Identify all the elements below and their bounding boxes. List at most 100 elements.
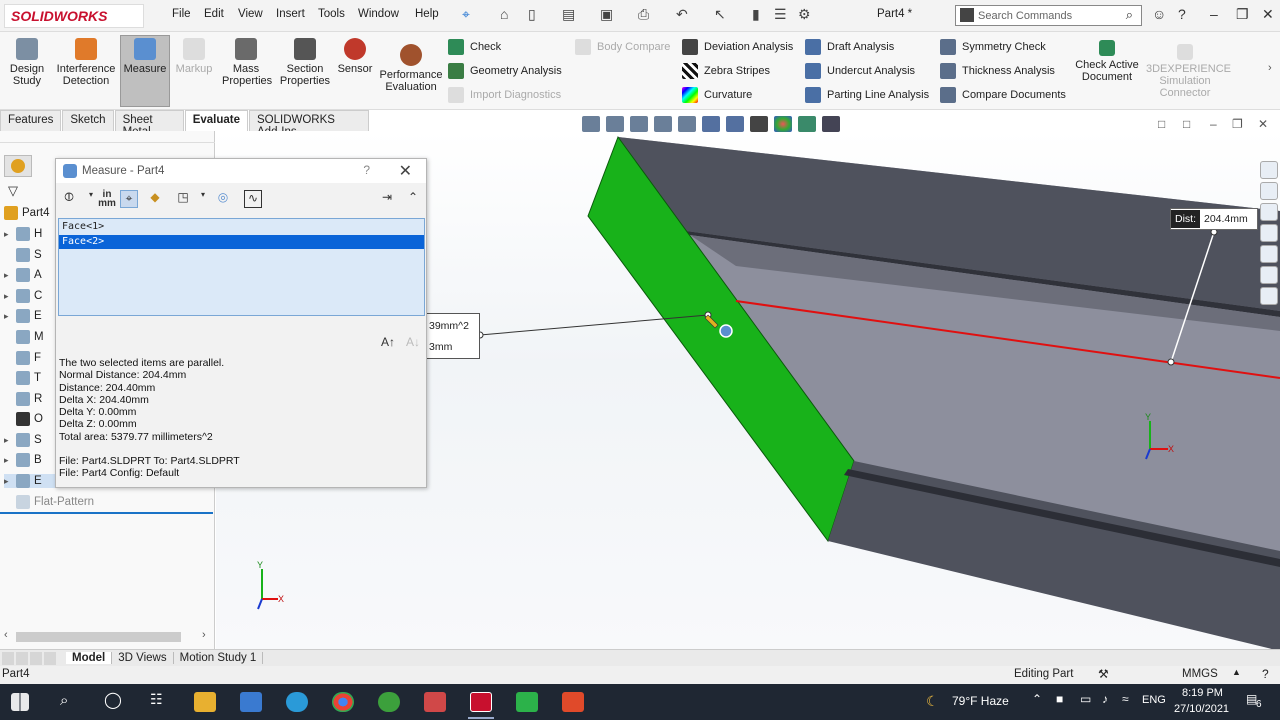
point-to-point-icon[interactable]: ◆ (146, 190, 164, 208)
expand-icon[interactable]: ▸ (4, 229, 16, 240)
tree-item[interactable]: ▸ H (4, 227, 42, 241)
ribbon-scroll-right-icon[interactable]: › (1268, 62, 1272, 74)
tree-item-flat-pattern[interactable]: Flat-Pattern (4, 495, 94, 509)
design-study-button[interactable]: Design Study (4, 36, 50, 87)
tree-item[interactable]: T (4, 371, 41, 385)
check-active-document-button[interactable]: Check Active Document (1074, 38, 1140, 83)
scroll-right-icon[interactable]: › (202, 629, 206, 641)
forum-icon[interactable] (1260, 287, 1278, 305)
traffic-light-icon[interactable]: ▮ (752, 6, 760, 23)
tile-right-icon[interactable]: □ (1183, 117, 1190, 131)
search-scope-icon[interactable] (960, 8, 974, 22)
pin-icon[interactable]: ⌖ (462, 6, 470, 23)
zoom-to-fit-icon[interactable] (582, 116, 600, 132)
menu-view[interactable]: View (238, 8, 263, 20)
clock-time[interactable]: 8:19 PM (1182, 687, 1223, 699)
doc-minimize-icon[interactable]: – (1210, 117, 1217, 131)
user-icon[interactable]: ☺ (1152, 6, 1166, 22)
chrome-icon[interactable] (332, 692, 354, 712)
solidworks-logo[interactable]: SOLIDWORKS (4, 4, 144, 28)
tree-item[interactable]: O (4, 412, 43, 426)
tree-item[interactable]: ▸ A (4, 268, 42, 282)
sensor-button[interactable]: Sensor (336, 36, 374, 75)
expand-icon[interactable]: ▸ (4, 270, 16, 281)
expand-icon[interactable]: ▸ (4, 291, 16, 302)
restore-icon[interactable]: ❐ (1236, 6, 1249, 23)
store-icon[interactable] (240, 692, 262, 712)
dynamic-annotation-icon[interactable] (678, 116, 696, 132)
tree-item[interactable]: ▸ S (4, 433, 42, 447)
tile-left-icon[interactable]: □ (1158, 117, 1165, 131)
tree-root-part4[interactable]: Part4 (4, 206, 50, 220)
view-settings-icon[interactable] (822, 116, 840, 132)
doc-close-icon[interactable]: ✕ (1258, 117, 1268, 131)
tab-3d-views[interactable]: 3D Views (112, 652, 174, 664)
deviation-analysis-button[interactable]: Deviation Analysis (682, 39, 793, 55)
symmetry-check-button[interactable]: Symmetry Check (940, 39, 1046, 55)
last-tab-icon[interactable] (44, 651, 56, 665)
decrease-font-icon[interactable]: A↓ (406, 335, 420, 349)
rebuild-icon[interactable]: ⚒ (1098, 667, 1109, 681)
expand-icon[interactable]: ▸ (4, 476, 16, 487)
first-tab-icon[interactable] (2, 651, 14, 665)
minimize-icon[interactable]: – (1210, 6, 1218, 22)
previous-view-icon[interactable] (630, 116, 648, 132)
home-icon[interactable]: ⌂ (500, 6, 508, 22)
search-commands-input[interactable]: Search Commands ⌕ (955, 5, 1142, 26)
measure-button[interactable]: Measure (120, 35, 170, 107)
app-icon[interactable] (424, 692, 446, 712)
task-view-icon[interactable]: ☷ (150, 691, 163, 708)
collapse-icon[interactable]: ⌃ (404, 190, 422, 208)
panel-splitter[interactable] (0, 131, 215, 143)
check-button[interactable]: Check (448, 39, 501, 55)
filter-icon[interactable]: ▽ (8, 183, 18, 199)
menu-window[interactable]: Window (358, 8, 399, 20)
measure-title-bar[interactable]: Measure - Part4 ? ✕ (56, 159, 426, 183)
cortana-icon[interactable]: ◯ (104, 690, 122, 710)
view-palette-icon[interactable] (1260, 224, 1278, 242)
tree-item[interactable]: ▸ E (4, 309, 42, 323)
tab-motion-study[interactable]: Motion Study 1 (174, 652, 264, 664)
doc-restore-icon[interactable]: ❐ (1232, 117, 1243, 131)
next-tab-icon[interactable] (30, 651, 42, 665)
expand-icon[interactable]: ▸ (4, 311, 16, 322)
performance-evaluation-button[interactable]: Performance Evaluation (378, 42, 444, 93)
selection-list[interactable]: Face<1> Face<2> (58, 218, 425, 316)
measure-help-button[interactable]: ? (363, 163, 370, 177)
file-explorer-icon[interactable] (1260, 203, 1278, 221)
increase-font-icon[interactable]: A↑ (381, 335, 395, 349)
tab-evaluate[interactable]: Evaluate (184, 110, 248, 131)
mass-properties-button[interactable]: Mass Properties (222, 36, 272, 87)
tree-item[interactable]: ▸ C (4, 289, 42, 303)
search-icon[interactable]: ⌕ (60, 692, 68, 709)
search-icon[interactable]: ⌕ (1126, 7, 1133, 23)
close-icon[interactable]: ✕ (1262, 6, 1274, 23)
tab-addins[interactable]: SOLIDWORKS Add-Ins (249, 110, 369, 138)
show-hidden-icons-icon[interactable]: ⌃ (1032, 692, 1042, 706)
solidworks-taskbar-icon[interactable] (470, 692, 492, 712)
menu-edit[interactable]: Edit (204, 8, 224, 20)
menu-help[interactable]: Help (415, 8, 439, 20)
windows-start-icon[interactable] (11, 693, 29, 711)
thickness-analysis-button[interactable]: Thickness Analysis (940, 63, 1055, 79)
pin-dialog-icon[interactable]: ⇥ (378, 190, 396, 208)
network-icon[interactable]: ■ (1056, 692, 1063, 706)
appearances-icon[interactable] (1260, 245, 1278, 263)
language-indicator[interactable]: ENG (1142, 694, 1166, 706)
list-item-selected[interactable]: Face<2> (59, 235, 424, 249)
new-file-icon[interactable]: ▯ (528, 6, 536, 23)
list-item[interactable]: Face<1> (59, 220, 424, 234)
print-icon[interactable]: ⎙ (638, 6, 649, 23)
wifi-icon[interactable]: ≈ (1122, 692, 1129, 706)
view-orientation-icon[interactable] (702, 116, 720, 132)
undercut-analysis-button[interactable]: Undercut Analysis (805, 63, 915, 79)
scroll-left-icon[interactable]: ‹ (4, 629, 8, 641)
tree-item[interactable]: ▸ B (4, 453, 42, 467)
expand-icon[interactable]: ▸ (4, 455, 16, 466)
select-icon[interactable]: ↖ (714, 6, 726, 23)
units-dropdown-icon[interactable]: ▲ (1232, 667, 1241, 677)
expand-icon[interactable]: ▸ (4, 435, 16, 446)
import-diagnostics-button[interactable]: Import Diagnostics (448, 87, 561, 103)
tree-item[interactable]: R (4, 392, 42, 406)
zebra-stripes-button[interactable]: Zebra Stripes (682, 63, 770, 79)
